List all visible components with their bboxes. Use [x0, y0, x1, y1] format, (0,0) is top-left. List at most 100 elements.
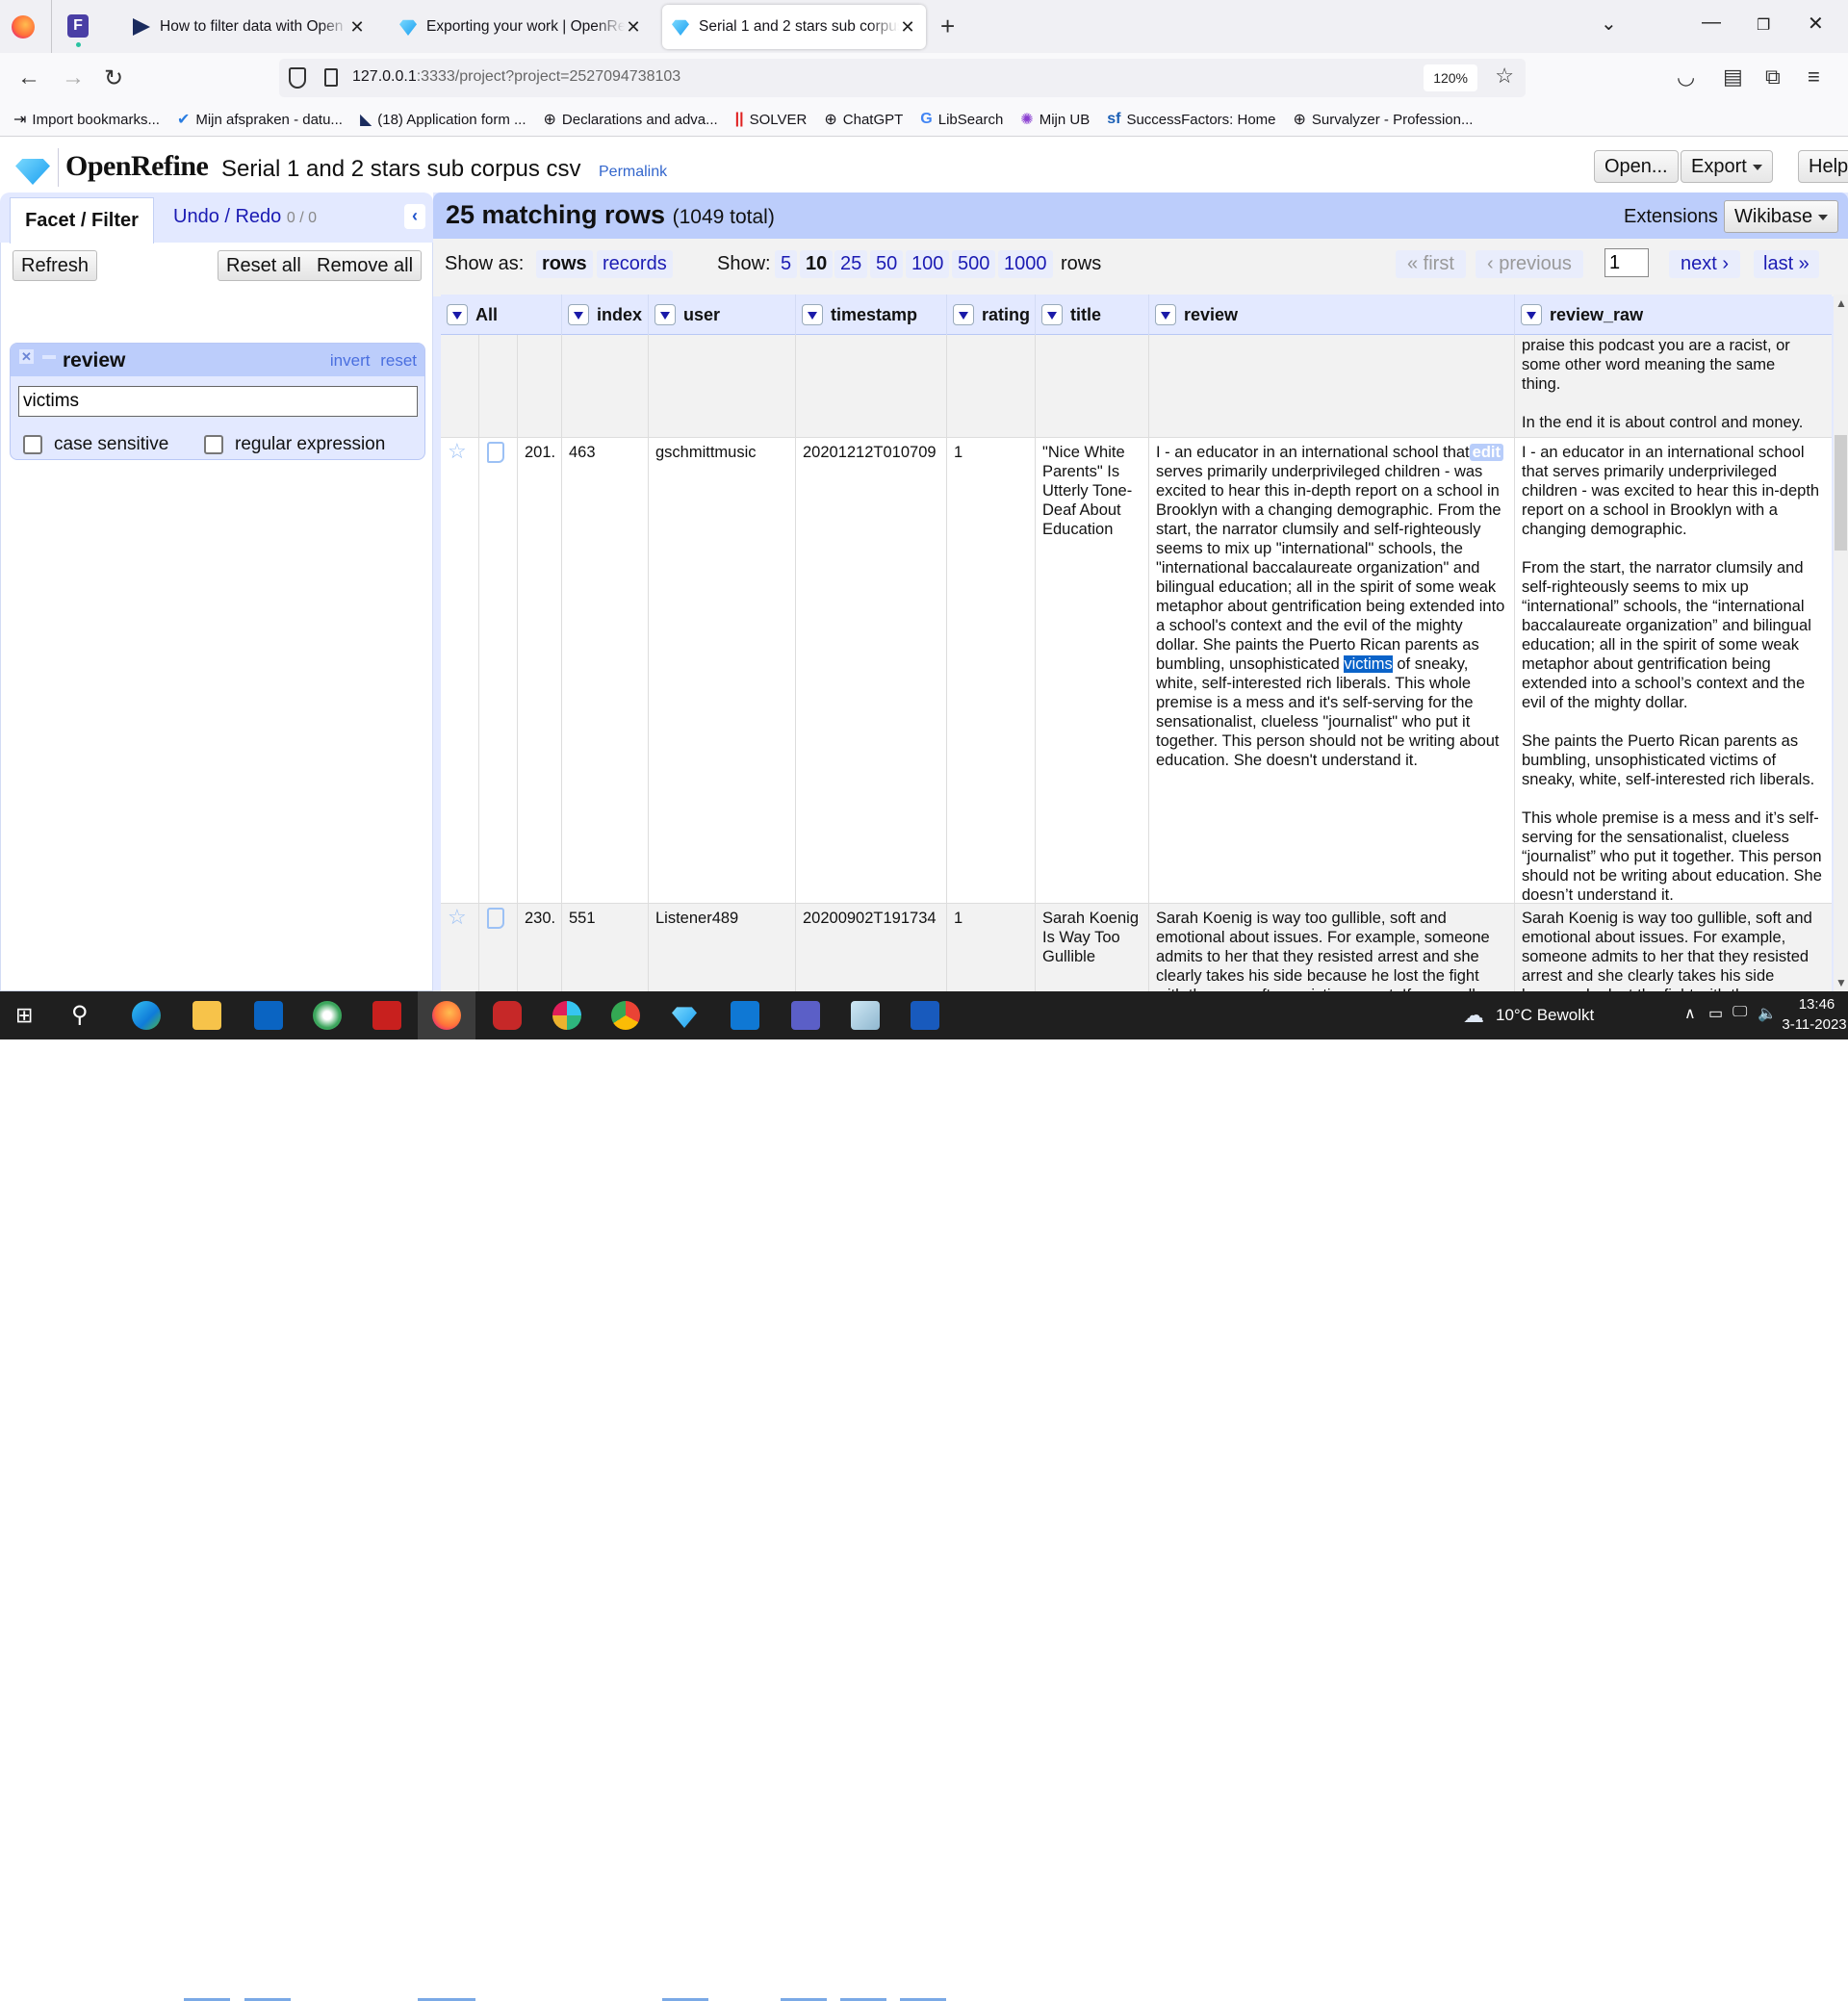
app-icon[interactable] [313, 1001, 342, 1030]
store-icon[interactable] [731, 1001, 759, 1030]
filezilla-icon[interactable] [372, 1001, 401, 1030]
column-menu-icon[interactable] [654, 304, 676, 325]
tab-facet-filter[interactable]: Facet / Filter [10, 197, 154, 244]
records-mode[interactable]: records [597, 250, 673, 278]
pinned-tab[interactable]: F [67, 14, 89, 38]
clock-date[interactable]: 3-11-2023 [1781, 1016, 1848, 1033]
close-tab-icon[interactable]: ✕ [625, 17, 642, 38]
bookmark[interactable]: ⊕ Survalyzer - Profession... [1294, 110, 1474, 129]
bookmark[interactable]: G LibSearch [920, 111, 1003, 128]
edit-cell-button[interactable]: edit [1469, 444, 1503, 461]
page-size-100[interactable]: 100 [906, 250, 950, 278]
edge-icon[interactable] [132, 1001, 161, 1030]
bookmark[interactable]: ✺ Mijn UB [1020, 110, 1090, 129]
cell-timestamp[interactable]: 20200902T191734 [796, 904, 947, 991]
column-header-title[interactable]: title [1036, 295, 1149, 335]
first-page-button[interactable]: « first [1396, 250, 1466, 278]
permalink-link[interactable]: Permalink [599, 164, 667, 181]
last-page-button[interactable]: last » [1754, 250, 1819, 278]
column-header-timestamp[interactable]: timestamp [796, 295, 947, 335]
help-button[interactable]: Help [1798, 150, 1848, 183]
cell-review-raw[interactable]: Sarah Koenig is way too gullible, soft a… [1515, 904, 1832, 991]
network-icon[interactable]: 🖵 [1732, 1004, 1747, 1021]
volume-icon[interactable]: 🔈 [1758, 1004, 1777, 1023]
openrefine-logo-icon[interactable] [15, 159, 50, 185]
column-menu-icon[interactable] [1041, 304, 1063, 325]
new-tab-button[interactable]: + [940, 12, 955, 41]
zotero-icon[interactable] [493, 1001, 522, 1030]
column-header-review[interactable]: review [1149, 295, 1515, 335]
page-size-25[interactable]: 25 [834, 250, 868, 278]
cell-timestamp[interactable]: 20201212T010709 [796, 438, 947, 903]
tab-list-chevron-icon[interactable]: ⌄ [1601, 12, 1617, 36]
cell-index[interactable]: 551 [562, 904, 649, 991]
browser-tab-active[interactable]: Serial 1 and 2 stars sub corpus csv ✕ [662, 5, 926, 49]
restore-button[interactable]: ❐ [1757, 15, 1770, 35]
url-text[interactable]: 127.0.0.1:3333/project?project=252709473… [352, 68, 680, 86]
vertical-scrollbar[interactable]: ▲ ▼ [1834, 295, 1848, 991]
search-icon[interactable]: ⚲ [71, 1001, 100, 1030]
cell-index[interactable]: 463 [562, 438, 649, 903]
extensions-icon[interactable]: ⧉ [1765, 64, 1781, 90]
export-button[interactable]: Export [1681, 150, 1773, 183]
bookmark[interactable]: sf SuccessFactors: Home [1107, 111, 1275, 128]
battery-icon[interactable]: ▭ [1708, 1004, 1723, 1023]
previous-page-button[interactable]: ‹ previous [1476, 250, 1583, 278]
column-header-rating[interactable]: rating [947, 295, 1036, 335]
shield-icon[interactable] [289, 67, 306, 89]
windows-start-icon[interactable]: ⊞ [15, 1001, 44, 1030]
bookmark[interactable]: ⊕ ChatGPT [824, 110, 903, 129]
weather-icon[interactable]: ☁ [1463, 1003, 1484, 1028]
checkbox[interactable] [204, 435, 223, 454]
chrome-icon[interactable] [611, 1001, 640, 1030]
zoom-level[interactable]: 120% [1424, 64, 1477, 91]
tab-undo-redo[interactable]: Undo / Redo 0 / 0 [173, 206, 317, 228]
flag-icon[interactable] [487, 908, 504, 929]
clock-time[interactable]: 13:46 [1790, 996, 1843, 1013]
column-menu-icon[interactable] [953, 304, 974, 325]
close-tab-icon[interactable]: ✕ [899, 17, 916, 38]
rows-mode[interactable]: rows [536, 250, 593, 278]
firefox-icon[interactable] [432, 1001, 461, 1030]
bookmark[interactable]: ⊕ Declarations and adva... [543, 110, 717, 129]
teams-icon[interactable] [791, 1001, 820, 1030]
close-window-button[interactable]: ✕ [1808, 12, 1824, 36]
checkbox[interactable] [23, 435, 42, 454]
file-explorer-icon[interactable] [192, 1001, 221, 1030]
next-page-button[interactable]: next › [1669, 250, 1741, 278]
tray-chevron-icon[interactable]: ∧ [1684, 1004, 1696, 1023]
reader-icon[interactable]: ▤ [1723, 64, 1743, 90]
cell-title[interactable]: "Nice White Parents" Is Utterly Tone-Dea… [1036, 438, 1149, 903]
column-header-index[interactable]: index [562, 295, 649, 335]
scrollbar-thumb[interactable] [1835, 435, 1847, 551]
url-bar[interactable]: 127.0.0.1:3333/project?project=252709473… [279, 59, 1526, 97]
scroll-down-icon[interactable]: ▼ [1835, 976, 1847, 989]
column-menu-icon[interactable] [447, 304, 468, 325]
app-name[interactable]: OpenRefine [65, 150, 209, 183]
bookmark[interactable]: ✔ Mijn afspraken - datu... [177, 110, 343, 129]
cell-rating[interactable]: 1 [947, 438, 1036, 903]
minimize-facet-icon[interactable] [42, 355, 56, 359]
project-name[interactable]: Serial 1 and 2 stars sub corpus csv [221, 156, 581, 183]
column-menu-icon[interactable] [568, 304, 589, 325]
bookmark[interactable]: || SOLVER [735, 111, 808, 128]
cell-rating[interactable]: 1 [947, 904, 1036, 991]
cell-user[interactable]: Listener489 [649, 904, 796, 991]
case-sensitive-checkbox[interactable]: case sensitive [23, 434, 168, 455]
page-number-input[interactable] [1604, 248, 1649, 277]
open-button[interactable]: Open... [1594, 150, 1679, 183]
regex-checkbox[interactable]: regular expression [204, 434, 385, 455]
cell-review-raw[interactable]: I - an educator in an international scho… [1515, 438, 1832, 903]
column-header-all[interactable]: All [441, 295, 562, 335]
word-icon[interactable] [911, 1001, 939, 1030]
cell-review[interactable]: Sarah Koenig is way too gullible, soft a… [1149, 904, 1515, 991]
column-menu-icon[interactable] [1521, 304, 1542, 325]
bookmark-star-icon[interactable]: ☆ [1495, 64, 1514, 89]
invert-link[interactable]: invert [330, 351, 371, 370]
reset-link[interactable]: reset [380, 351, 417, 370]
collapse-panel-icon[interactable]: ‹ [404, 204, 425, 229]
browser-tab[interactable]: How to filter data with Open Refine ✕ [123, 5, 375, 49]
slack-icon[interactable] [552, 1001, 581, 1030]
cell-review[interactable]: I - an educator in an international scho… [1149, 438, 1515, 903]
outlook-icon[interactable] [254, 1001, 283, 1030]
